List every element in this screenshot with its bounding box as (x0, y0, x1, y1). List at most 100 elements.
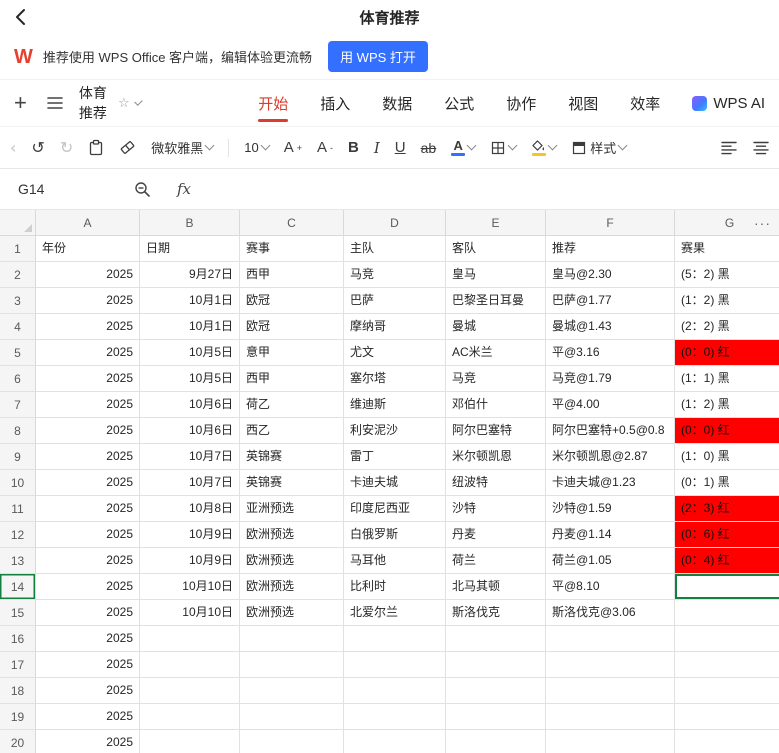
row-header-8[interactable]: 8 (0, 418, 36, 444)
menu-icon[interactable] (47, 97, 63, 109)
column-header-A[interactable]: A (36, 210, 140, 236)
cell-F5[interactable]: 平@3.16 (546, 340, 675, 366)
column-header-C[interactable]: C (240, 210, 344, 236)
cell-C17[interactable] (240, 652, 344, 678)
cell-D4[interactable]: 摩纳哥 (344, 314, 446, 340)
cell-E10[interactable]: 纽波特 (446, 470, 546, 496)
cell-D6[interactable]: 塞尔塔 (344, 366, 446, 392)
cell-G1[interactable]: 赛果 (675, 236, 779, 262)
cell-G2[interactable]: (5：2) 黑 (675, 262, 779, 288)
cell-B4[interactable]: 10月1日 (140, 314, 240, 340)
cell-C5[interactable]: 意甲 (240, 340, 344, 366)
italic-button[interactable]: I (374, 139, 380, 157)
cell-D8[interactable]: 利安泥沙 (344, 418, 446, 444)
cell-F17[interactable] (546, 652, 675, 678)
cell-B18[interactable] (140, 678, 240, 704)
cell-A14[interactable]: 2025 (36, 574, 140, 600)
cell-F16[interactable] (546, 626, 675, 652)
cell-style-button[interactable]: 样式 (571, 138, 626, 157)
document-name[interactable]: 体育推荐 ☆ (79, 83, 140, 123)
cell-D14[interactable]: 比利时 (344, 574, 446, 600)
tab-view[interactable]: 视图 (568, 80, 598, 126)
cell-E18[interactable] (446, 678, 546, 704)
column-header-F[interactable]: F (546, 210, 675, 236)
row-header-18[interactable]: 18 (0, 678, 36, 704)
cell-B11[interactable]: 10月8日 (140, 496, 240, 522)
tab-data[interactable]: 数据 (382, 80, 412, 126)
cell-C8[interactable]: 西乙 (240, 418, 344, 444)
cell-D10[interactable]: 卡迪夫城 (344, 470, 446, 496)
cell-C2[interactable]: 西甲 (240, 262, 344, 288)
cell-E2[interactable]: 皇马 (446, 262, 546, 288)
cell-B19[interactable] (140, 704, 240, 730)
cell-C19[interactable] (240, 704, 344, 730)
tab-collaborate[interactable]: 协作 (506, 80, 536, 126)
cell-F6[interactable]: 马竞@1.79 (546, 366, 675, 392)
cell-B7[interactable]: 10月6日 (140, 392, 240, 418)
row-header-1[interactable]: 1 (0, 236, 36, 262)
cell-A1[interactable]: 年份 (36, 236, 140, 262)
cell-D2[interactable]: 马竞 (344, 262, 446, 288)
cell-G5[interactable]: (0：0) 红 (675, 340, 779, 366)
bold-button[interactable]: B (348, 139, 359, 156)
cell-D17[interactable] (344, 652, 446, 678)
cell-E16[interactable] (446, 626, 546, 652)
back-icon[interactable] (10, 7, 30, 27)
cell-G7[interactable]: (1：2) 黑 (675, 392, 779, 418)
new-document-icon[interactable]: + (14, 92, 27, 114)
cell-B8[interactable]: 10月6日 (140, 418, 240, 444)
cell-A15[interactable]: 2025 (36, 600, 140, 626)
cell-E11[interactable]: 沙特 (446, 496, 546, 522)
row-header-13[interactable]: 13 (0, 548, 36, 574)
cell-C9[interactable]: 英锦赛 (240, 444, 344, 470)
cell-C10[interactable]: 英锦赛 (240, 470, 344, 496)
cell-D19[interactable] (344, 704, 446, 730)
cell-B9[interactable]: 10月7日 (140, 444, 240, 470)
row-header-5[interactable]: 5 (0, 340, 36, 366)
row-header-12[interactable]: 12 (0, 522, 36, 548)
cell-A19[interactable]: 2025 (36, 704, 140, 730)
redo-icon[interactable]: ↻ (60, 138, 73, 157)
cell-B6[interactable]: 10月5日 (140, 366, 240, 392)
cell-D12[interactable]: 白俄罗斯 (344, 522, 446, 548)
column-header-D[interactable]: D (344, 210, 446, 236)
cell-E17[interactable] (446, 652, 546, 678)
column-header-E[interactable]: E (446, 210, 546, 236)
cell-C20[interactable] (240, 730, 344, 753)
row-header-19[interactable]: 19 (0, 704, 36, 730)
cell-G12[interactable]: (0：6) 红 (675, 522, 779, 548)
cell-D16[interactable] (344, 626, 446, 652)
cell-C13[interactable]: 欧洲预选 (240, 548, 344, 574)
insert-function-button[interactable]: fx (177, 180, 191, 198)
cell-A18[interactable]: 2025 (36, 678, 140, 704)
cell-F2[interactable]: 皇马@2.30 (546, 262, 675, 288)
row-header-4[interactable]: 4 (0, 314, 36, 340)
cell-A4[interactable]: 2025 (36, 314, 140, 340)
row-header-10[interactable]: 10 (0, 470, 36, 496)
cell-F3[interactable]: 巴萨@1.77 (546, 288, 675, 314)
cell-F1[interactable]: 推荐 (546, 236, 675, 262)
tab-efficiency[interactable]: 效率 (630, 80, 660, 126)
cell-A11[interactable]: 2025 (36, 496, 140, 522)
font-color-button[interactable]: A (451, 139, 475, 156)
open-in-wps-button[interactable]: 用 WPS 打开 (328, 41, 428, 72)
cell-A6[interactable]: 2025 (36, 366, 140, 392)
strikethrough-button[interactable]: ab (421, 140, 437, 156)
cell-E15[interactable]: 斯洛伐克 (446, 600, 546, 626)
cell-C16[interactable] (240, 626, 344, 652)
cell-G20[interactable] (675, 730, 779, 753)
row-header-9[interactable]: 9 (0, 444, 36, 470)
cell-E7[interactable]: 邓伯什 (446, 392, 546, 418)
cell-D7[interactable]: 维迪斯 (344, 392, 446, 418)
cell-F4[interactable]: 曼城@1.43 (546, 314, 675, 340)
borders-button[interactable] (490, 140, 516, 156)
cell-G19[interactable] (675, 704, 779, 730)
row-header-7[interactable]: 7 (0, 392, 36, 418)
cell-A5[interactable]: 2025 (36, 340, 140, 366)
cell-G4[interactable]: (2：2) 黑 (675, 314, 779, 340)
cell-C1[interactable]: 赛事 (240, 236, 344, 262)
underline-button[interactable]: U (395, 139, 406, 156)
cell-G17[interactable] (675, 652, 779, 678)
cell-F19[interactable] (546, 704, 675, 730)
cell-A8[interactable]: 2025 (36, 418, 140, 444)
